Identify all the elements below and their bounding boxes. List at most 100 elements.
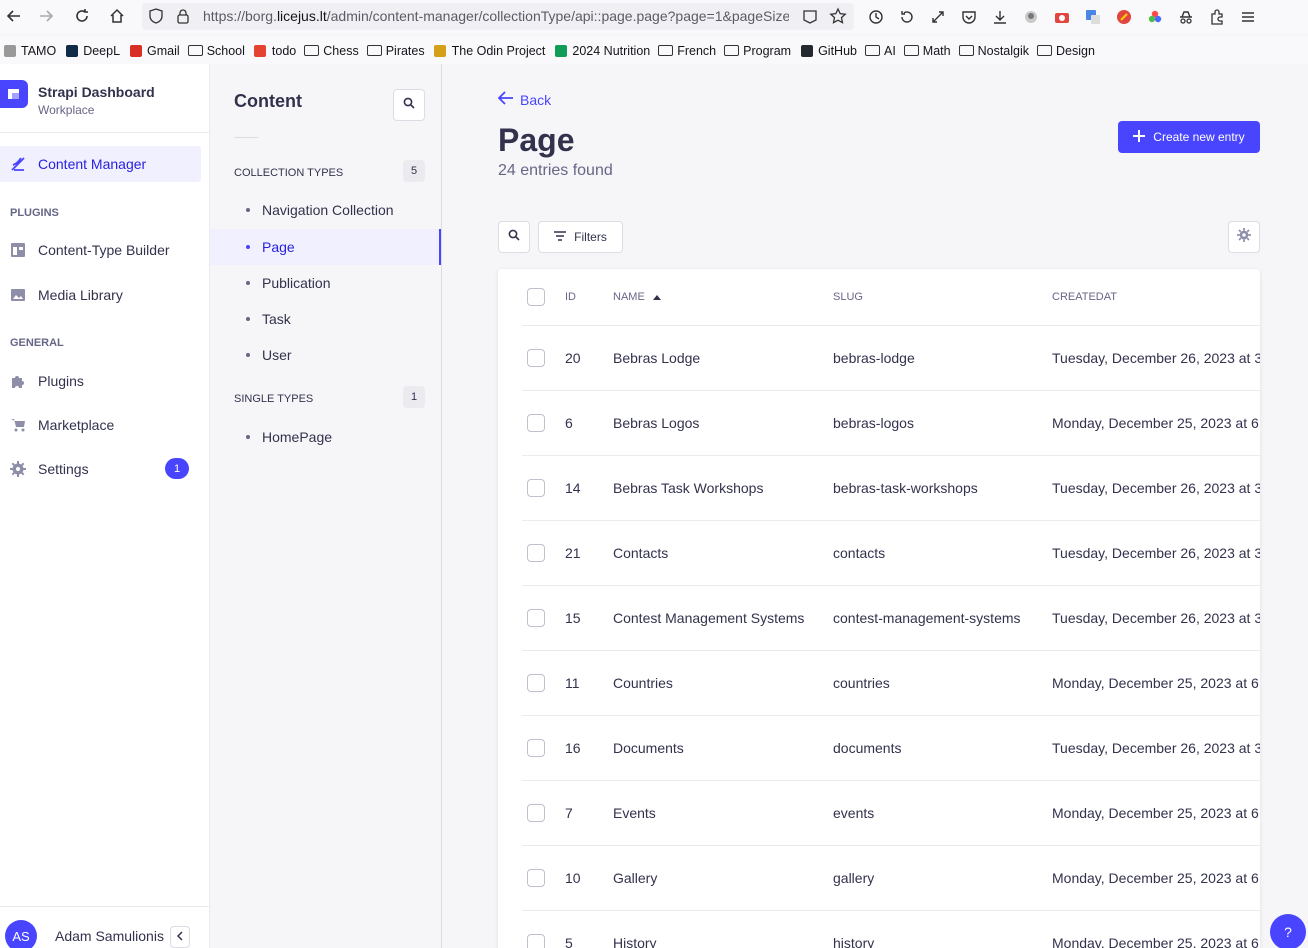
subnav-item-task[interactable]: Task [210, 301, 441, 337]
table-row[interactable]: 10 Gallery gallery Monday, December 25, 202… [522, 846, 1260, 911]
translate-extension-icon[interactable] [1079, 3, 1107, 31]
search-icon [508, 228, 520, 246]
column-header-createdat[interactable]: CREATEDAT [1052, 269, 1117, 325]
bookmark-deepl[interactable]: DeepL [62, 39, 126, 63]
extensions-puzzle-icon[interactable] [1203, 3, 1231, 31]
home-icon[interactable] [103, 2, 131, 30]
bookmark-chess[interactable]: Chess [302, 39, 364, 63]
nav-item-content-manager[interactable]: Content Manager [0, 146, 201, 182]
user-name[interactable]: Adam Samulionis [55, 928, 164, 944]
profile-extension-icon[interactable] [1017, 3, 1045, 31]
nav-item-plugins[interactable]: Plugins [0, 363, 201, 399]
sort-ascending-icon [652, 294, 661, 300]
subnav-item-navigation-collection[interactable]: Navigation Collection [210, 192, 441, 228]
column-header-slug[interactable]: SLUG [833, 269, 863, 325]
nav-item-content-type-builder[interactable]: Content-Type Builder [0, 232, 201, 268]
back-arrow-icon[interactable] [0, 2, 28, 30]
cell-name: Contacts [613, 545, 669, 561]
arrow-left-icon [497, 91, 514, 108]
subnav-item-user[interactable]: User [210, 337, 441, 373]
table-row[interactable]: 16 Documents documents Tuesday, December 26… [522, 716, 1260, 781]
table-row[interactable]: 6 Bebras Logos bebras-logos Monday, Decembe… [522, 391, 1260, 456]
table-row[interactable]: 14 Bebras Task Workshops bebras-task-works… [522, 456, 1260, 521]
resize-icon[interactable] [924, 3, 952, 31]
bookmark-label: French [677, 43, 717, 58]
row-checkbox[interactable] [527, 674, 545, 692]
table-row[interactable]: 5 History history Monday, December 25, 2023… [522, 911, 1260, 948]
search-button[interactable] [498, 221, 530, 253]
reload-icon[interactable] [68, 2, 96, 30]
bookmark-design[interactable]: Design [1035, 39, 1101, 63]
bookmark-french[interactable]: French [656, 39, 722, 63]
bookmark-program[interactable]: Program [722, 39, 797, 63]
row-checkbox[interactable] [527, 349, 545, 367]
bookmark-todo[interactable]: todo [251, 39, 302, 63]
row-checkbox[interactable] [527, 804, 545, 822]
subnav-item-publication[interactable]: Publication [210, 265, 441, 301]
row-checkbox[interactable] [527, 609, 545, 627]
back-link[interactable]: Back [497, 91, 551, 108]
folder-icon [304, 44, 320, 58]
filters-button[interactable]: Filters [538, 221, 623, 253]
forward-arrow-icon[interactable] [32, 2, 60, 30]
row-checkbox[interactable] [527, 869, 545, 887]
table-row[interactable]: 20 Bebras Lodge bebras-lodge Tuesday, Decem… [522, 326, 1260, 391]
strapi-logo-icon [0, 80, 28, 108]
reader-view-icon[interactable] [802, 8, 818, 29]
incognito-extension-icon[interactable] [1172, 3, 1200, 31]
undo-history-icon[interactable] [893, 3, 921, 31]
nav-item-media-library[interactable]: Media Library [0, 277, 201, 313]
column-header-name[interactable]: NAME [613, 269, 661, 325]
bookmark-the-odin-project[interactable]: The Odin Project [431, 39, 552, 63]
bookmark-2024-nutrition[interactable]: 2024 Nutrition [551, 39, 656, 63]
table-row[interactable]: 7 Events events Monday, December 25, 2023 a… [522, 781, 1260, 846]
nav-item-settings[interactable]: Settings 1 [0, 451, 201, 487]
bookmark-ai[interactable]: AI [863, 39, 902, 63]
row-checkbox[interactable] [527, 414, 545, 432]
pen-extension-icon[interactable] [1110, 3, 1138, 31]
help-button[interactable]: ? [1270, 914, 1306, 948]
nav-label: Marketplace [38, 417, 115, 433]
row-checkbox[interactable] [527, 934, 545, 948]
bookmark-school[interactable]: School [186, 39, 251, 63]
bookmark-star-icon[interactable] [829, 7, 847, 30]
subnav-search-button[interactable] [393, 89, 425, 121]
history-icon[interactable] [862, 3, 890, 31]
column-header-id[interactable]: ID [565, 269, 576, 325]
column-header-label: NAME [613, 291, 645, 303]
collapse-nav-button[interactable] [170, 926, 190, 948]
bookmark-pirates[interactable]: Pirates [365, 39, 431, 63]
avatar[interactable]: AS [5, 920, 37, 948]
download-icon[interactable] [986, 3, 1014, 31]
row-checkbox[interactable] [527, 479, 545, 497]
select-all-checkbox[interactable] [527, 288, 545, 306]
view-settings-button[interactable] [1228, 221, 1260, 253]
nav-item-marketplace[interactable]: Marketplace [0, 407, 201, 443]
single-types-heading[interactable]: SINGLE TYPES [234, 393, 313, 405]
subnav-item-page[interactable]: Page [210, 229, 441, 265]
bookmark-github[interactable]: GitHub [797, 39, 863, 63]
bookmark-math[interactable]: Math [902, 39, 957, 63]
menu-icon[interactable] [1234, 3, 1262, 31]
camera-extension-icon[interactable] [1048, 3, 1076, 31]
bookmark-gmail[interactable]: Gmail [126, 39, 186, 63]
row-checkbox[interactable] [527, 739, 545, 757]
pocket-icon[interactable] [955, 3, 983, 31]
cell-name: Bebras Task Workshops [613, 480, 764, 496]
subnav-item-homepage[interactable]: HomePage [210, 419, 441, 455]
table-row[interactable]: 15 Contest Management Systems contest-mana… [522, 586, 1260, 651]
extension-toolbar [862, 0, 1262, 33]
collection-types-heading[interactable]: COLLECTION TYPES [234, 167, 343, 179]
table-row[interactable]: 11 Countries countries Monday, December 25,… [522, 651, 1260, 716]
url-bar[interactable]: https://borg.licejus.lt/admin/content-ma… [142, 3, 854, 30]
bookmark-label: Nostalgik [977, 43, 1030, 58]
bookmark-label: 2024 Nutrition [572, 43, 651, 58]
bookmark-label: TAMO [21, 43, 57, 58]
create-new-entry-button[interactable]: Create new entry [1118, 121, 1260, 153]
bookmark-label: Gmail [147, 43, 180, 58]
table-row[interactable]: 21 Contacts contacts Tuesday, December 26, … [522, 521, 1260, 586]
row-checkbox[interactable] [527, 544, 545, 562]
bookmark-nostalgik[interactable]: Nostalgik [957, 39, 1035, 63]
color-picker-extension-icon[interactable] [1141, 3, 1169, 31]
bookmark-tamo[interactable]: TAMO [0, 39, 62, 63]
